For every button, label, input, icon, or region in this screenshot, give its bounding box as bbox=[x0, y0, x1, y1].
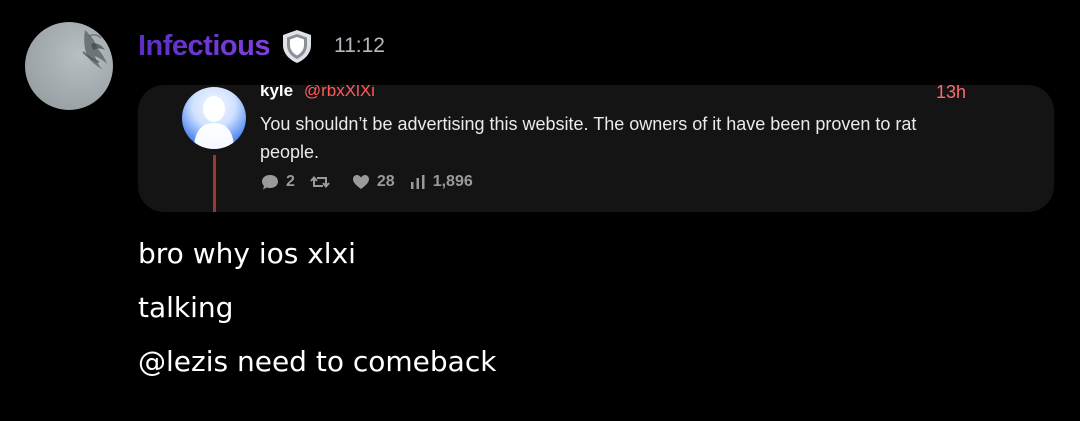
comment-icon bbox=[262, 175, 278, 190]
shield-icon[interactable] bbox=[278, 27, 316, 65]
reply-count: 2 bbox=[286, 173, 295, 190]
message-line: @lezis need to comeback bbox=[138, 345, 497, 378]
views-stat[interactable]: 1,896 bbox=[409, 173, 473, 191]
tweet-avatar[interactable] bbox=[182, 87, 246, 149]
message-line: talking bbox=[138, 291, 234, 324]
like-count: 28 bbox=[376, 173, 395, 190]
retweet-stat[interactable] bbox=[309, 173, 337, 191]
tweet-embed[interactable]: kyle @rbxXlXi 13h You shouldn’t be adver… bbox=[138, 85, 1054, 212]
avatar-art-icon bbox=[82, 30, 107, 70]
bar-chart-icon bbox=[410, 175, 425, 189]
tweet-author-handle[interactable]: @rbxXlXi bbox=[304, 85, 375, 100]
retweet-icon bbox=[310, 175, 330, 189]
message-header: Infectious 11:12 bbox=[138, 26, 385, 66]
tweet-time: 13h bbox=[935, 85, 966, 102]
person-silhouette-icon bbox=[194, 96, 234, 149]
message-timestamp: 11:12 bbox=[333, 34, 385, 57]
tweet-header: kyle @rbxXlXi bbox=[260, 85, 375, 101]
tweet-stats: 2 28 1,896 bbox=[260, 173, 487, 191]
views-count: 1,896 bbox=[432, 173, 473, 190]
thread-line bbox=[213, 155, 216, 212]
message-content: bro why ios xlxi talking @lezis need to … bbox=[138, 232, 496, 394]
user-avatar[interactable] bbox=[25, 22, 113, 110]
author-name[interactable]: Infectious bbox=[138, 30, 270, 63]
message-line: bro why ios xlxi bbox=[138, 237, 356, 270]
heart-icon bbox=[352, 175, 369, 189]
chat-message: Infectious 11:12 kyle @rbxXlXi 13h You s… bbox=[0, 0, 1080, 421]
tweet-text: You shouldn’t be advertising this websit… bbox=[260, 114, 917, 162]
like-stat[interactable]: 28 bbox=[351, 173, 395, 191]
reply-stat[interactable]: 2 bbox=[260, 173, 295, 191]
tweet-author-name[interactable]: kyle bbox=[260, 85, 293, 100]
